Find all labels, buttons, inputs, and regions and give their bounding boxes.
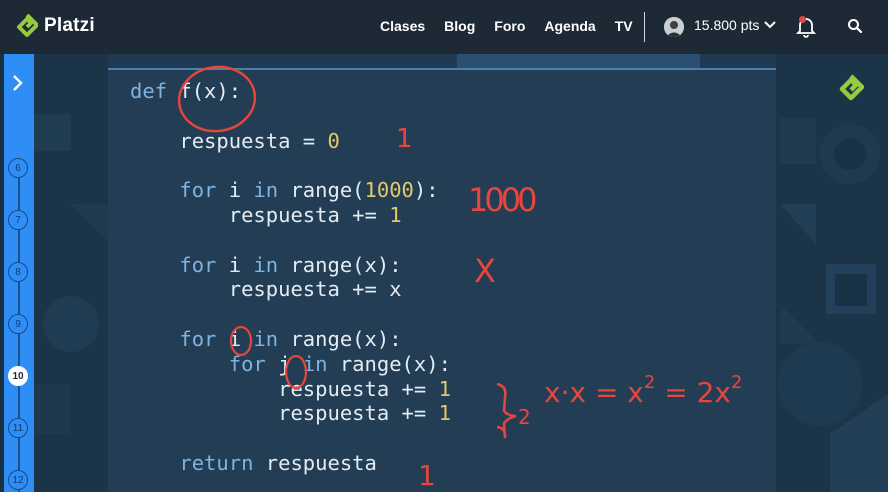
circle-annotation-fx	[177, 65, 257, 133]
brace-annotation	[496, 382, 517, 439]
annotation-one: 1	[396, 124, 413, 154]
avatar-photo	[664, 17, 684, 37]
annotation-two: 2	[518, 405, 531, 429]
points-menu[interactable]: 15.800 pts	[694, 17, 777, 33]
platzi-logo[interactable]: Platzi	[16, 14, 95, 38]
platzi-logo-icon	[17, 14, 38, 37]
search-icon	[848, 19, 863, 34]
search-button[interactable]	[847, 18, 863, 39]
nav-link-tv[interactable]: TV	[615, 18, 633, 34]
chevron-down-icon	[764, 21, 777, 29]
avatar[interactable]	[664, 17, 684, 37]
nav-link-foro[interactable]: Foro	[494, 18, 525, 34]
circle-annotation-i	[229, 325, 253, 357]
annotation-formula: x·x = x2 = 2x2	[544, 372, 742, 409]
annotation-1000: 1000	[468, 181, 536, 219]
main-nav: Clases Blog Foro Agenda TV	[380, 18, 652, 34]
platzi-wordmark: Platzi	[44, 15, 95, 36]
circle-annotation-j	[284, 354, 308, 390]
annotation-return-one: 1	[418, 459, 436, 492]
video-area: 6 7 8 9 10 11 12 def f(x): respuesta = 0…	[0, 54, 888, 492]
annotation-x: X	[474, 252, 496, 290]
top-navbar: Platzi Clases Blog Foro Agenda TV 15.800…	[0, 0, 888, 54]
nav-link-clases[interactable]: Clases	[380, 18, 425, 34]
notification-badge	[799, 16, 806, 23]
nav-link-agenda[interactable]: Agenda	[544, 18, 595, 34]
nav-divider	[644, 12, 645, 42]
points-value: 15.800 pts	[694, 17, 760, 33]
nav-link-blog[interactable]: Blog	[444, 18, 475, 34]
handwritten-annotations: 1 1000 X 2 x·x = x2 = 2x2 1	[177, 65, 742, 492]
